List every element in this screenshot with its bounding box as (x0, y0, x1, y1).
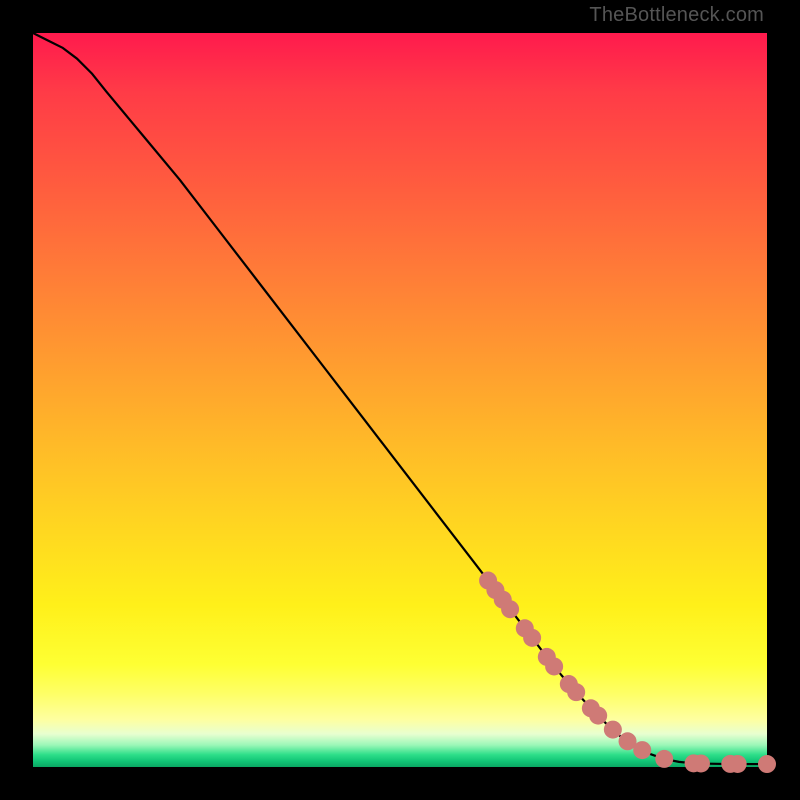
chart-frame: TheBottleneck.com (0, 0, 800, 800)
data-marker (633, 741, 651, 759)
marker-layer (479, 572, 776, 774)
data-marker (567, 683, 585, 701)
data-marker (604, 721, 622, 739)
data-marker (545, 657, 563, 675)
data-marker (589, 707, 607, 725)
bottleneck-curve (33, 33, 767, 764)
chart-svg (33, 33, 767, 767)
watermark-text: TheBottleneck.com (589, 4, 764, 27)
data-marker (501, 600, 519, 618)
data-marker (729, 755, 747, 773)
data-marker (758, 755, 776, 773)
data-marker (523, 629, 541, 647)
data-marker (655, 750, 673, 768)
data-marker (692, 754, 710, 772)
